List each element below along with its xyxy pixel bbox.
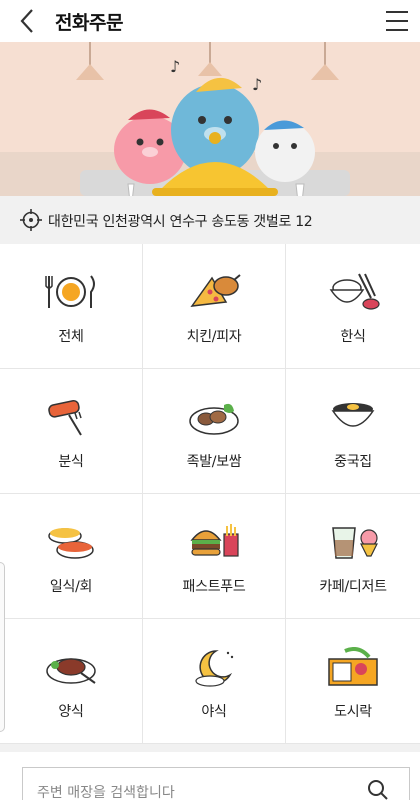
category-japanese[interactable]: 일식/회 <box>0 494 143 619</box>
category-label: 전체 <box>58 329 84 345</box>
category-cafe-dessert[interactable]: 카페/디저트 <box>286 494 420 619</box>
category-label: 족발/보쌈 <box>186 454 242 470</box>
skewer-fork-icon <box>48 399 82 436</box>
store-search-field[interactable]: 주변 매장을 검색합니다 <box>22 767 410 800</box>
category-label: 분식 <box>58 454 84 470</box>
plate-utensils-icon <box>45 275 95 308</box>
category-label: 도시락 <box>334 704 372 720</box>
rice-bowl-icon <box>329 273 380 310</box>
category-label: 카페/디저트 <box>319 579 387 595</box>
app-header: 전화주문 <box>0 0 420 42</box>
chevron-left-icon <box>20 9 33 33</box>
category-label: 야식 <box>201 704 227 720</box>
back-button[interactable] <box>14 6 44 36</box>
search-icon[interactable] <box>367 779 389 800</box>
promo-banner[interactable]: ♪ ♪ <box>0 42 420 196</box>
category-label: 일식/회 <box>49 579 93 595</box>
category-snack[interactable]: 분식 <box>0 369 143 494</box>
pork-platter-icon <box>189 403 239 435</box>
sushi-icon <box>48 528 94 559</box>
category-lunchbox[interactable]: 도시락 <box>286 619 420 744</box>
noodle-bowl-icon <box>331 403 375 427</box>
svg-text:♪: ♪ <box>252 75 262 94</box>
category-label: 중국집 <box>334 454 372 470</box>
address-text: 대한민국 인천광역시 연수구 송도동 갯벌로 12 <box>48 214 313 230</box>
category-fastfood[interactable]: 패스트푸드 <box>143 494 286 619</box>
moon-night-icon <box>195 650 234 687</box>
category-late-night[interactable]: 야식 <box>143 619 286 744</box>
category-chicken-pizza[interactable]: 치킨/피자 <box>143 244 286 369</box>
category-all[interactable]: 전체 <box>0 244 143 369</box>
category-label: 치킨/피자 <box>186 329 242 345</box>
category-jokbal-bossam[interactable]: 족발/보쌈 <box>143 369 286 494</box>
category-grid: 전체 치킨/피자 한식 분식 족발/보쌈 중국집 일식/회 패스트푸드 카페/디… <box>0 244 420 744</box>
side-drawer-handle[interactable] <box>0 562 5 732</box>
category-chinese[interactable]: 중국집 <box>286 369 420 494</box>
coffee-dessert-icon <box>332 527 378 559</box>
category-korean[interactable]: 한식 <box>286 244 420 369</box>
steak-icon <box>46 658 96 684</box>
hamburger-menu-icon <box>386 11 408 31</box>
menu-button[interactable] <box>384 7 410 35</box>
search-placeholder: 주변 매장을 검색합니다 <box>37 785 175 800</box>
location-target-icon <box>20 209 42 231</box>
chicken-pizza-icon <box>190 274 241 307</box>
category-western[interactable]: 양식 <box>0 619 143 744</box>
burger-fries-icon <box>190 524 239 557</box>
seal-mascots-illustration: ♪ ♪ <box>0 42 420 196</box>
address-bar[interactable]: 대한민국 인천광역시 연수구 송도동 갯벌로 12 <box>0 196 420 244</box>
category-label: 패스트푸드 <box>182 579 246 595</box>
category-label: 한식 <box>340 329 366 345</box>
page-title: 전화주문 <box>55 12 123 34</box>
lunchbox-icon <box>328 647 378 686</box>
svg-text:♪: ♪ <box>170 57 180 76</box>
category-label: 양식 <box>58 704 84 720</box>
section-divider <box>0 744 420 752</box>
